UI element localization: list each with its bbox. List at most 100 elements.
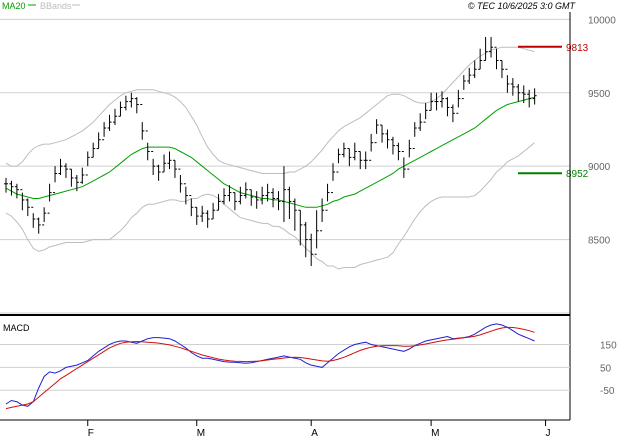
ohlc-bar (390, 136, 395, 155)
ohlc-bar (249, 189, 254, 206)
x-tick-label: A (311, 428, 318, 439)
ohlc-bar (309, 233, 314, 267)
ohlc-bar (483, 36, 488, 61)
ohlc-bar (352, 142, 357, 161)
x-tick-label: M (431, 428, 439, 439)
copyright-text: © TEC 10/6/2025 3:0 GMT (468, 1, 577, 11)
ohlc-bar (102, 122, 107, 141)
bollinger-bands (5, 46, 535, 270)
ohlc-bar (85, 151, 90, 176)
ohlc-bar (472, 60, 477, 79)
ohlc-bar (461, 75, 466, 100)
ohlc-bar (380, 124, 385, 143)
ohlc-bar (58, 158, 63, 175)
ohlc-bar (31, 206, 36, 228)
ohlc-bar (271, 188, 276, 208)
ohlc-bar (140, 104, 145, 140)
ohlc-bar (4, 177, 8, 193)
macd-series (5, 323, 535, 410)
ohlc-bar (145, 130, 150, 161)
ohlc-bar (47, 183, 52, 214)
ohlc-bar (505, 68, 510, 93)
ohlc-bar (407, 139, 412, 170)
ohlc-bar (232, 192, 237, 211)
ohlc-bar (401, 150, 406, 178)
ohlc-bar (336, 148, 341, 173)
ohlc-bar (53, 166, 58, 194)
price-tick-label: 9000 (588, 162, 611, 173)
price-tick-label: 8500 (588, 236, 611, 247)
ohlc-bar (113, 108, 117, 126)
ohlc-bar (205, 210, 210, 228)
ohlc-bar (25, 198, 30, 217)
ohlc-bar (467, 67, 472, 84)
price-tick-label: 9500 (588, 89, 611, 100)
ohlc-bar (36, 217, 41, 234)
x-tick-label: J (546, 428, 551, 439)
ohlc-bar (341, 142, 346, 158)
ohlc-bar (123, 95, 128, 111)
ohlc-bar (499, 59, 504, 79)
price-bars (4, 36, 537, 267)
ohlc-bar (9, 180, 14, 196)
x-axis: FMAMJ (87, 420, 551, 439)
ohlc-bar (91, 142, 96, 158)
ohlc-bar (281, 166, 286, 222)
price-tick-label: 10000 (588, 15, 616, 26)
ohlc-bar (216, 194, 221, 211)
ohlc-bar (385, 129, 390, 149)
ohlc-bar (69, 168, 74, 187)
ohlc-bar (129, 92, 134, 108)
x-tick-label: F (88, 428, 94, 439)
ohlc-bar (292, 198, 297, 231)
ohlc-bar (369, 133, 374, 161)
ohlc-bar (107, 114, 112, 131)
ohlc-bar (298, 209, 303, 246)
ohlc-bar (200, 205, 205, 222)
ohlc-bar (331, 163, 335, 194)
macd-tick-label: -50 (600, 386, 615, 397)
ohlc-bar (20, 189, 25, 211)
ohlc-bar (456, 89, 461, 114)
resistance-level-label: 9813 (566, 43, 589, 54)
ohlc-bar (151, 150, 156, 175)
ohlc-bar (532, 88, 537, 105)
bband-upper-line (5, 46, 535, 174)
macd-title: MACD (3, 323, 30, 333)
ma20-series (5, 96, 535, 208)
ohlc-bar (238, 186, 243, 205)
ohlc-bar (320, 198, 325, 232)
ohlc-bar (434, 92, 439, 111)
ohlc-bar (172, 159, 177, 178)
legend-ma20: MA20 (2, 1, 26, 11)
ohlc-bar (440, 91, 444, 108)
ohlc-bar (494, 46, 499, 70)
ohlc-bar (134, 97, 139, 114)
ohlc-bar (63, 163, 68, 178)
macd-panel: MACD 150 50 -50 (0, 323, 617, 410)
x-tick-label: M (197, 428, 205, 439)
ohlc-bar (194, 206, 199, 225)
ohlc-bar (243, 182, 248, 199)
macd-axis: 150 50 -50 (600, 340, 617, 397)
price-grid (0, 18, 570, 314)
legend-bbands: BBands (40, 1, 72, 11)
support-level-label: 8952 (566, 169, 589, 180)
ohlc-bar (450, 104, 455, 123)
signal-line (5, 326, 535, 410)
chart-legend: MA20 BBands (2, 1, 80, 11)
ohlc-bar (396, 142, 401, 161)
ohlc-bar (445, 97, 450, 117)
ohlc-bar (325, 183, 330, 211)
bband-lower-line (5, 142, 535, 270)
ohlc-bar (14, 183, 19, 199)
ohlc-bar (423, 103, 428, 123)
chart-canvas: MA20 BBands © TEC 10/6/2025 3:0 GMT 9813… (0, 1, 617, 439)
ohlc-bar (254, 191, 259, 209)
ohlc-bar (314, 210, 319, 255)
ohlc-bar (222, 188, 226, 205)
ohlc-bar (374, 119, 379, 144)
ohlc-bar (178, 168, 183, 193)
price-levels: 9813 8952 (518, 43, 589, 180)
ma20-line (5, 96, 535, 208)
